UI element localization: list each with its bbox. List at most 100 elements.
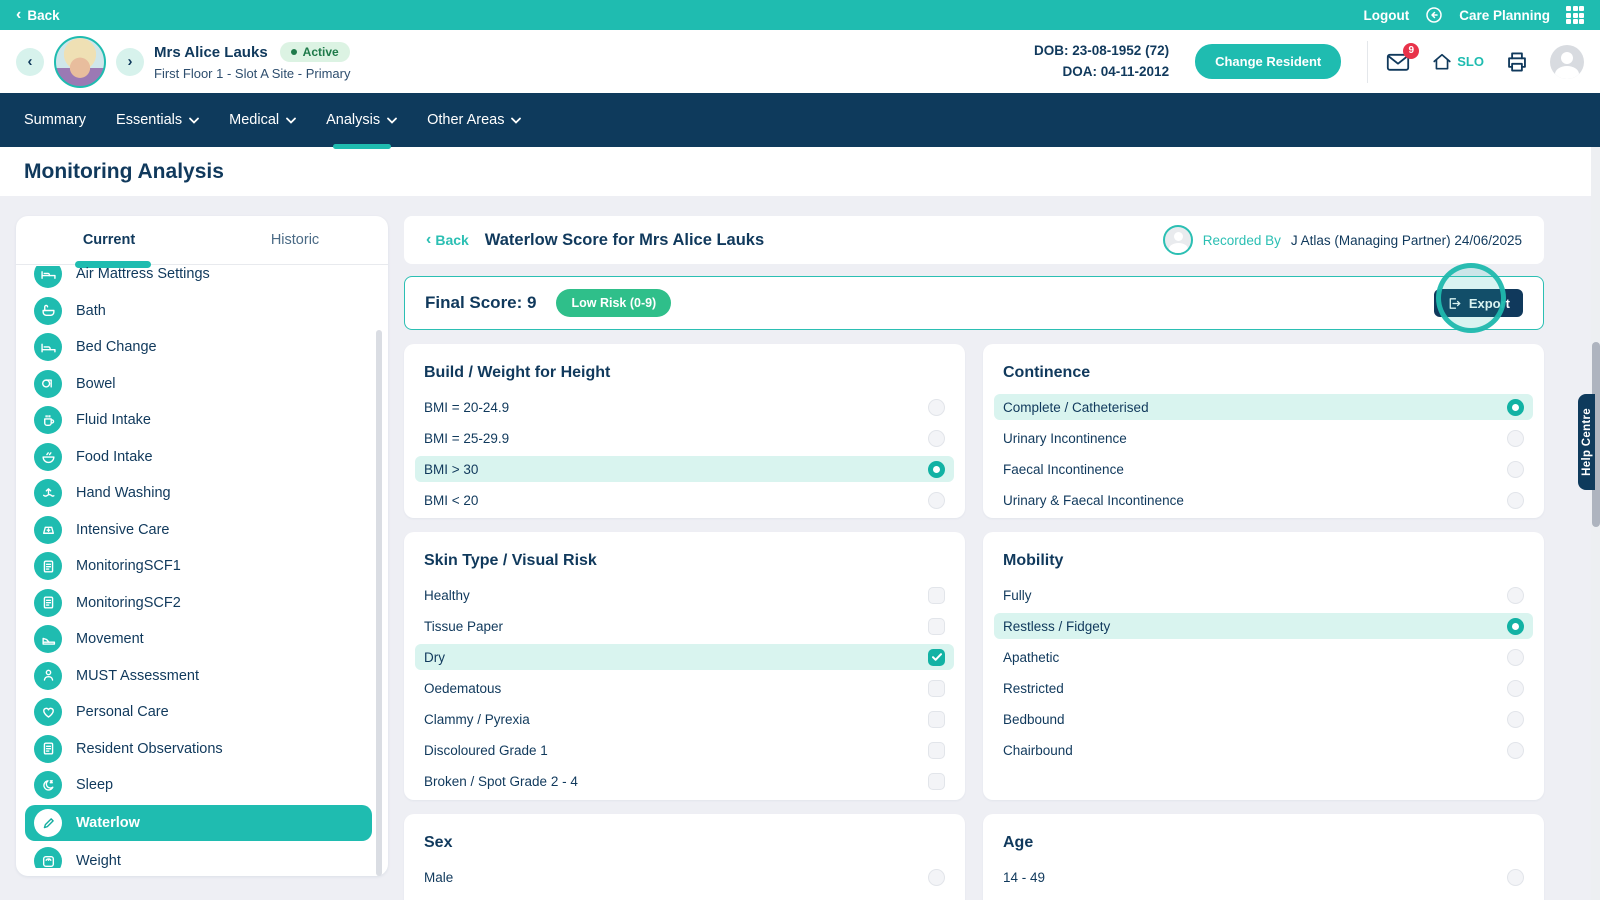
sidebar-item-bed-change[interactable]: Bed Change [25,331,372,364]
radio-selected-icon[interactable] [928,461,945,478]
checkbox-checked-icon[interactable] [928,649,945,666]
section-mobility: Mobility Fully Restless / Fidgety Apathe… [983,532,1544,800]
radio-icon[interactable] [1507,587,1524,604]
logout-icon[interactable] [1425,6,1443,24]
option-row[interactable]: Tissue Paper [415,613,954,639]
sidebar-item-air-mattress-settings[interactable]: Air Mattress Settings [25,266,372,291]
radio-icon[interactable] [928,869,945,886]
sidebar-item-resident-observations[interactable]: Resident Observations [25,732,372,765]
export-button[interactable]: Export [1434,289,1523,317]
sidebar-item-monitoringscf2[interactable]: MonitoringSCF2 [25,586,372,619]
resident-photo [54,36,106,88]
sidebar-item-monitoringscf1[interactable]: MonitoringSCF1 [25,550,372,583]
radio-selected-icon[interactable] [1507,399,1524,416]
option-row[interactable]: Male [415,864,954,890]
option-row[interactable]: 14 - 49 [994,864,1533,890]
option-row[interactable]: Chairbound [994,737,1533,763]
radio-icon[interactable] [1507,492,1524,509]
page-scrollbar-track[interactable] [1591,147,1600,900]
option-row[interactable]: Urinary & Faecal Incontinence [994,487,1533,513]
option-row-selected[interactable]: Restless / Fidgety [994,613,1533,639]
sidebar-item-fluid-intake[interactable]: Fluid Intake [25,404,372,437]
checkbox-icon[interactable] [928,773,945,790]
next-resident-button[interactable]: › [116,48,144,76]
tab-summary[interactable]: Summary [24,93,86,147]
prev-resident-button[interactable]: ‹ [16,48,44,76]
recorder-avatar [1163,225,1193,255]
change-resident-button[interactable]: Change Resident [1195,44,1341,79]
user-avatar[interactable] [1550,45,1584,79]
option-row[interactable]: Bedbound [994,706,1533,732]
sidebar-item-movement[interactable]: Movement [25,623,372,656]
home-button[interactable]: SLO [1432,52,1484,72]
option-row[interactable]: BMI < 20 [415,487,954,513]
help-centre-tab[interactable]: Help Centre [1578,394,1595,490]
option-row[interactable]: BMI = 20-24.9 [415,394,954,420]
radio-icon[interactable] [928,430,945,447]
checkbox-icon[interactable] [928,680,945,697]
option-row[interactable]: Oedematous [415,675,954,701]
radio-icon[interactable] [1507,430,1524,447]
option-row[interactable]: Urinary Incontinence [994,425,1533,451]
option-row[interactable]: Apathetic [994,644,1533,670]
sidebar-item-weight[interactable]: Weight [25,845,372,869]
top-back-label: Back [27,8,59,23]
sidebar-item-sleep[interactable]: Sleep [25,769,372,802]
checkbox-icon[interactable] [928,618,945,635]
section-build-weight-for-height: Build / Weight for Height BMI = 20-24.9 … [404,344,965,518]
header-divider [1367,41,1368,83]
option-row[interactable]: Clammy / Pyrexia [415,706,954,732]
sidebar-item-bath[interactable]: Bath [25,294,372,327]
print-button[interactable] [1506,51,1528,73]
option-row[interactable]: Restricted [994,675,1533,701]
option-row-selected[interactable]: Dry [415,644,954,670]
sidebar-item-hand-washing[interactable]: Hand Washing [25,477,372,510]
radio-icon[interactable] [1507,742,1524,759]
tab-analysis[interactable]: Analysis [326,93,397,147]
tab-current[interactable]: Current [16,216,202,264]
option-row[interactable]: Discoloured Grade 1 [415,737,954,763]
radio-icon[interactable] [1507,680,1524,697]
checkbox-icon[interactable] [928,587,945,604]
option-row[interactable]: Broken / Spot Grade 2 - 4 [415,768,954,794]
chevron-down-icon [511,117,521,124]
option-row-selected[interactable]: Complete / Catheterised [994,394,1533,420]
apps-grid-icon[interactable] [1566,6,1584,24]
chevron-down-icon [189,117,199,124]
option-row[interactable]: Faecal Incontinence [994,456,1533,482]
sidebar-item-personal-care[interactable]: Personal Care [25,696,372,729]
checkbox-icon[interactable] [928,711,945,728]
checkbox-icon[interactable] [928,742,945,759]
sidebar-item-bowel[interactable]: Bowel [25,367,372,400]
radio-icon[interactable] [928,399,945,416]
radio-icon[interactable] [1507,711,1524,728]
waterlow-back-button[interactable]: ‹ Back [426,232,469,248]
scale-icon [34,847,62,868]
option-row[interactable]: Fully [994,582,1533,608]
radio-icon[interactable] [1507,461,1524,478]
option-row[interactable]: BMI = 25-29.9 [415,425,954,451]
option-row-selected[interactable]: BMI > 30 [415,456,954,482]
tab-medical[interactable]: Medical [229,93,296,147]
section-title: Build / Weight for Height [424,364,945,382]
dob-text: DOB: 23-08-1952 (72) [1034,41,1169,62]
sidebar-item-food-intake[interactable]: Food Intake [25,440,372,473]
doa-text: DOA: 04-11-2012 [1034,62,1169,83]
option-row[interactable]: Healthy [415,582,954,608]
sidebar-item-waterlow[interactable]: Waterlow [25,805,372,841]
radio-icon[interactable] [1507,869,1524,886]
top-back-button[interactable]: ‹ Back [16,7,60,23]
tab-essentials[interactable]: Essentials [116,93,199,147]
radio-selected-icon[interactable] [1507,618,1524,635]
radio-icon[interactable] [1507,649,1524,666]
sidebar-item-intensive-care[interactable]: Intensive Care [25,513,372,546]
sidebar-item-must-assessment[interactable]: MUST Assessment [25,659,372,692]
messages-count-badge: 9 [1403,43,1419,59]
messages-button[interactable]: 9 [1386,51,1410,73]
tab-other-areas[interactable]: Other Areas [427,93,521,147]
logout-button[interactable]: Logout [1363,8,1409,23]
sidebar-scrollbar[interactable] [376,330,382,876]
tab-historic[interactable]: Historic [202,216,388,264]
radio-icon[interactable] [928,492,945,509]
section-age: Age 14 - 49 [983,814,1544,900]
